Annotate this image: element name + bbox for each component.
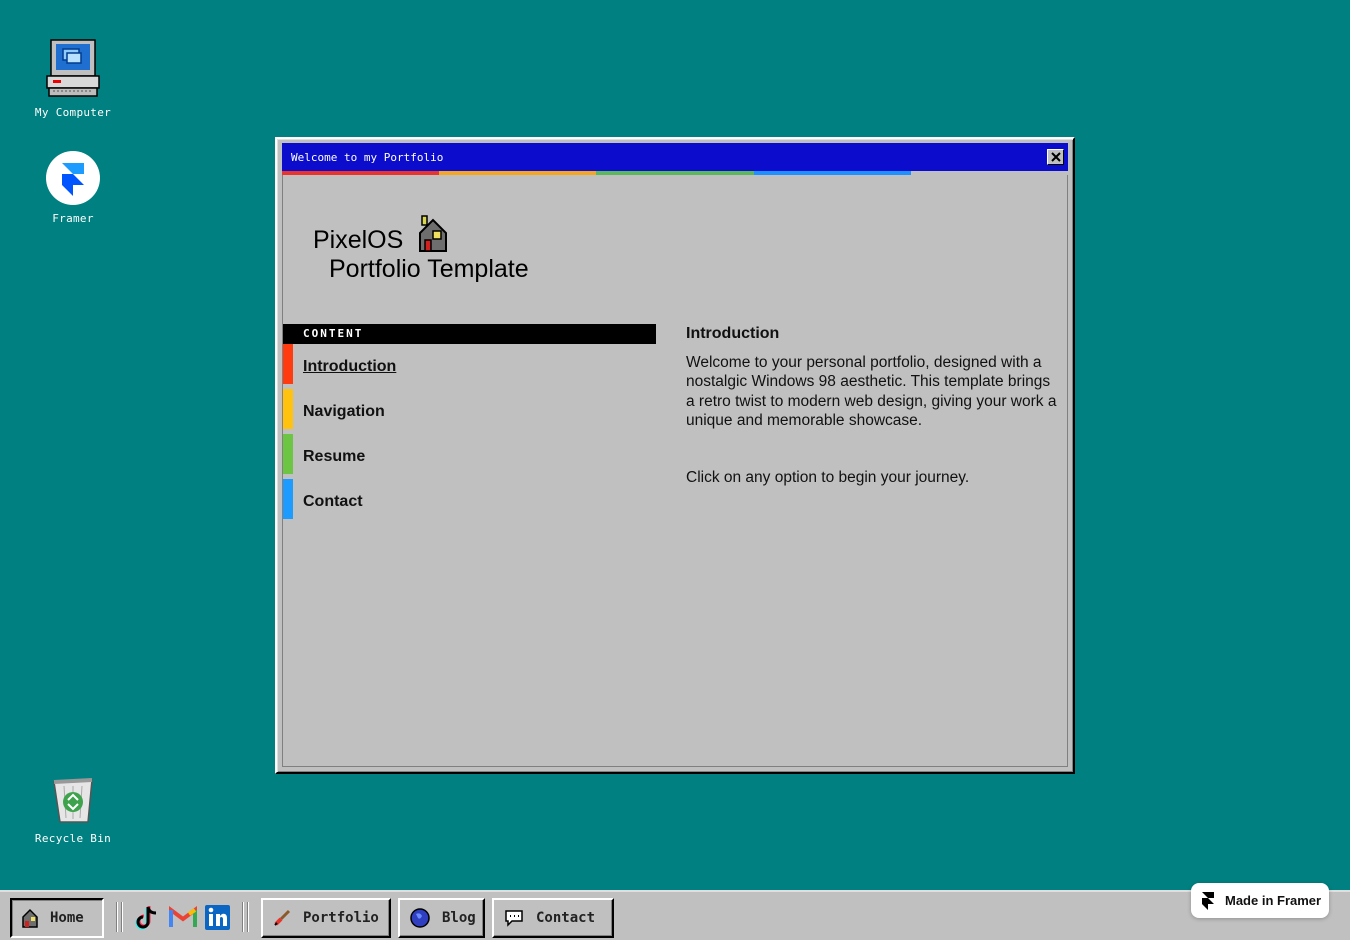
gmail-icon <box>169 906 197 927</box>
taskbar: Home Portfolio Blog Contact <box>0 890 1350 940</box>
intro-panel: Introduction Welcome to your personal po… <box>686 325 1061 487</box>
nav-item-resume[interactable]: Resume <box>283 434 656 479</box>
taskbar-divider <box>116 902 118 932</box>
nav-item-label: Contact <box>303 492 363 510</box>
nav-item-label: Navigation <box>303 402 385 420</box>
tiktok-link[interactable] <box>135 905 159 931</box>
contact-button[interactable]: Contact <box>492 898 614 938</box>
house-icon <box>419 215 448 252</box>
content-header: CONTENT <box>283 324 656 344</box>
nav-color-bar <box>283 344 293 384</box>
contact-button-label: Contact <box>536 910 596 926</box>
recycle-bin-icon <box>53 778 93 823</box>
nav-item-label: Resume <box>303 447 366 465</box>
linkedin-link[interactable] <box>205 905 230 930</box>
brand-block: PixelOS Portfolio Template <box>313 215 529 284</box>
house-icon <box>22 908 38 928</box>
intro-heading: Introduction <box>686 325 780 342</box>
nav-item-introduction[interactable]: Introduction <box>283 344 656 389</box>
taskbar-divider <box>242 902 244 932</box>
framer-icon <box>46 151 100 205</box>
blog-button-label: Blog <box>442 910 476 926</box>
desktop-icon-my-computer[interactable]: My Computer <box>18 38 128 119</box>
portfolio-window: Welcome to my Portfolio PixelOS Portfoli… <box>275 137 1075 774</box>
brand-subtitle: Portfolio Template <box>329 255 529 283</box>
desktop-icon-framer[interactable]: Framer <box>18 150 128 225</box>
tiktok-icon <box>135 906 157 930</box>
desktop-icon-label: Recycle Bin <box>34 832 112 845</box>
portfolio-button-label: Portfolio <box>303 910 379 926</box>
nav-item-navigation[interactable]: Navigation <box>283 389 656 434</box>
taskbar-divider <box>247 902 249 932</box>
framer-logo-icon <box>1202 891 1214 910</box>
window-title: Welcome to my Portfolio <box>291 150 444 164</box>
window-body: PixelOS Portfolio Template CONTENT Intro… <box>282 175 1068 767</box>
made-in-framer-label: Made in Framer <box>1225 893 1322 908</box>
intro-paragraph: Welcome to your personal portfolio, desi… <box>686 354 1057 429</box>
close-button[interactable] <box>1047 149 1064 165</box>
portfolio-button[interactable]: Portfolio <box>261 898 391 938</box>
computer-icon <box>46 39 100 97</box>
desktop-icon-recycle-bin[interactable]: Recycle Bin <box>18 774 128 845</box>
nav-color-bar <box>283 389 293 429</box>
globe-icon <box>410 908 430 928</box>
paintbrush-icon <box>273 909 291 927</box>
made-in-framer-badge[interactable]: Made in Framer <box>1191 883 1329 918</box>
chat-icon <box>504 909 524 927</box>
nav-list: Introduction Navigation Resume Contact <box>283 344 656 524</box>
nav-item-label: Introduction <box>303 357 397 375</box>
desktop-icon-label: My Computer <box>34 106 112 119</box>
desktop-icon-label: Framer <box>52 212 94 225</box>
window-titlebar[interactable]: Welcome to my Portfolio <box>282 143 1068 171</box>
home-button-label: Home <box>50 910 84 926</box>
blog-button[interactable]: Blog <box>398 898 485 938</box>
linkedin-icon <box>205 905 230 930</box>
brand-title: PixelOS <box>313 226 404 254</box>
nav-color-bar <box>283 479 293 519</box>
intro-call-to-action: Click on any option to begin your journe… <box>686 469 970 487</box>
home-button[interactable]: Home <box>10 898 104 938</box>
close-icon <box>1050 152 1061 162</box>
nav-color-bar <box>283 434 293 474</box>
taskbar-divider <box>121 902 123 932</box>
nav-item-contact[interactable]: Contact <box>283 479 656 524</box>
gmail-link[interactable] <box>169 905 197 929</box>
